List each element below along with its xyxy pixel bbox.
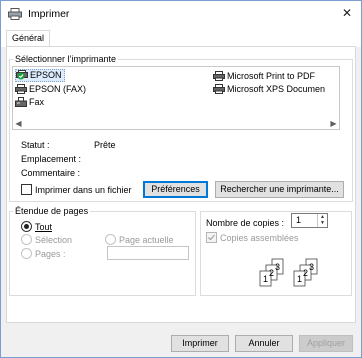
svg-text:2: 2 <box>303 268 308 278</box>
printer-name: Microsoft XPS Documen <box>227 84 326 94</box>
print-dialog: Imprimer ✕ Général Sélectionner l’imprim… <box>0 0 362 358</box>
cancel-button[interactable]: Annuler <box>235 335 293 352</box>
copies-stepper[interactable]: 1 ▲ ▼ <box>291 213 328 228</box>
printer-name: Microsoft Print to PDF <box>227 71 316 81</box>
printer-item-microsoft-print-to-pdf[interactable]: Microsoft Print to PDF <box>213 70 315 83</box>
pages-input[interactable] <box>107 246 189 260</box>
svg-text:3: 3 <box>309 262 314 272</box>
copies-spin-buttons[interactable]: ▲ ▼ <box>317 214 327 227</box>
printer-item-fax[interactable]: Fax <box>15 96 44 109</box>
title-bar: Imprimer ✕ <box>1 1 361 27</box>
printer-icon <box>15 84 27 94</box>
printer-icon <box>213 84 225 94</box>
printer-icon <box>213 71 225 81</box>
printer-item-epson[interactable]: EPSON <box>15 69 65 82</box>
print-to-file-checkbox[interactable] <box>21 184 32 195</box>
printer-group-label: Sélectionner l’imprimante <box>13 54 119 64</box>
svg-text:1: 1 <box>297 274 302 284</box>
scroll-right-icon[interactable]: ▶ <box>327 117 340 130</box>
location-label: Emplacement : <box>21 154 82 164</box>
range-pages-radio[interactable] <box>21 248 32 259</box>
comment-label: Commentaire : <box>21 168 81 178</box>
checkmark-icon <box>208 234 215 241</box>
svg-text:1: 1 <box>263 274 268 284</box>
copies-value: 1 <box>296 215 302 225</box>
preferences-button[interactable]: Préférences <box>143 181 208 198</box>
status-label: Statut : <box>21 140 50 150</box>
svg-text:3: 3 <box>275 262 280 272</box>
range-selection-radio[interactable] <box>21 234 32 245</box>
collate-illustration-icon: 3 2 1 3 2 1 <box>259 258 318 287</box>
find-printer-button[interactable]: Rechercher une imprimante... <box>215 181 344 198</box>
range-current-page-radio[interactable] <box>105 234 116 245</box>
printer-name: EPSON (FAX) <box>29 84 87 94</box>
range-all-radio[interactable] <box>21 221 32 232</box>
printer-item-microsoft-xps-document[interactable]: Microsoft XPS Documen <box>213 83 325 96</box>
page-range-label: Étendue de pages <box>13 206 91 216</box>
tab-general[interactable]: Général <box>6 30 51 47</box>
range-selection-label: Sélection <box>35 235 73 245</box>
collate-checkbox[interactable] <box>206 232 217 243</box>
printer-name: Fax <box>29 97 45 107</box>
spin-down-icon[interactable]: ▼ <box>318 220 327 226</box>
printer-name: EPSON <box>30 70 62 80</box>
copies-label: Nombre de copies : <box>206 218 285 228</box>
range-pages-label: Pages : <box>35 249 66 259</box>
print-button[interactable]: Imprimer <box>171 335 229 352</box>
printer-default-icon <box>16 70 28 80</box>
scroll-left-icon[interactable]: ◀ <box>12 117 25 130</box>
range-current-page-label: Page actuelle <box>119 235 174 245</box>
close-button[interactable]: ✕ <box>339 5 355 21</box>
print-to-file-label: Imprimer dans un fichier <box>35 185 132 195</box>
printer-icon <box>8 8 22 20</box>
status-value: Prête <box>94 140 116 150</box>
printer-list-scrollbar[interactable]: ◀ ▶ <box>12 117 340 130</box>
svg-text:2: 2 <box>269 268 274 278</box>
fax-icon <box>15 97 27 107</box>
apply-button[interactable]: Appliquer <box>299 335 353 352</box>
range-all-label: Tout <box>35 222 53 232</box>
printer-item-epson-fax[interactable]: EPSON (FAX) <box>15 83 86 96</box>
window-title: Imprimer <box>28 8 70 20</box>
collate-label: Copies assemblées <box>220 233 299 243</box>
tab-strip: Général <box>1 27 361 47</box>
